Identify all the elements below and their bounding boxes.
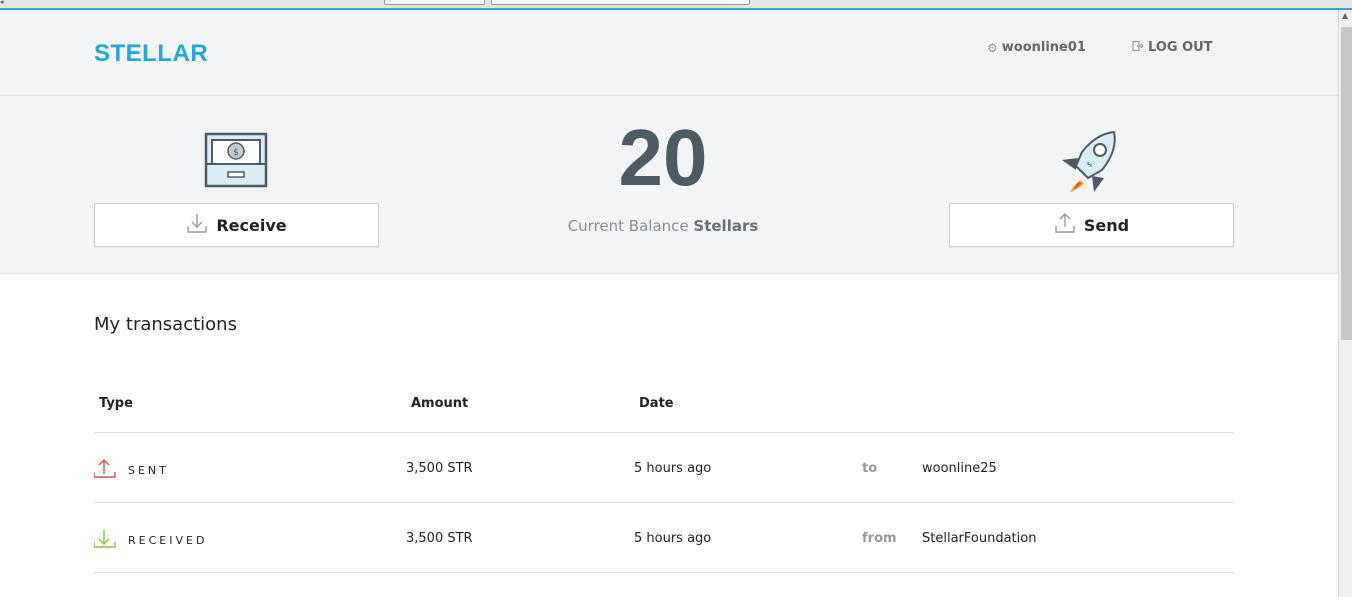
transaction-amount: 3,500 STR: [406, 531, 473, 546]
transaction-amount: 3,500 STR: [406, 461, 473, 476]
chevron-icon: ◂: [0, 0, 4, 6]
column-header-date: Date: [639, 396, 674, 411]
receive-label: Receive: [216, 215, 287, 235]
browser-address-bar[interactable]: [491, 0, 750, 5]
transaction-date: 5 hours ago: [634, 461, 712, 476]
browser-tab[interactable]: [384, 0, 485, 5]
user-menu[interactable]: ⚙ woonline01: [987, 40, 1086, 55]
upload-icon: [1054, 212, 1076, 238]
table-divider: [94, 572, 1234, 573]
transaction-counterparty[interactable]: woonline25: [922, 461, 997, 476]
transactions-title: My transactions: [94, 314, 237, 335]
balance-panel: $ Receive 20 Current Balance Stellars $ …: [0, 96, 1338, 274]
column-header-amount: Amount: [411, 396, 469, 411]
send-button[interactable]: Send: [949, 203, 1234, 247]
column-header-type: Type: [99, 396, 133, 411]
balance-caption-label: Current Balance: [567, 217, 689, 235]
send-label: Send: [1083, 215, 1130, 235]
transaction-preposition: to: [862, 461, 878, 476]
received-arrow-icon: [93, 527, 116, 553]
svg-text:$: $: [233, 148, 239, 158]
balance-caption: Current Balance Stellars: [513, 217, 813, 235]
cash-drawer-icon: $: [204, 132, 268, 192]
download-icon: [186, 212, 208, 238]
balance-amount: 20: [618, 113, 708, 202]
scroll-up-icon[interactable]: ▲: [1342, 11, 1348, 20]
rocket-icon: $: [1058, 130, 1120, 198]
logout-icon: [1132, 40, 1144, 55]
vertical-scrollbar[interactable]: ▲: [1338, 10, 1352, 597]
username: woonline01: [1001, 40, 1086, 55]
transaction-preposition: from: [862, 531, 897, 546]
transaction-type: SENT: [128, 464, 169, 477]
gear-icon: ⚙: [987, 40, 998, 55]
table-row[interactable]: RECEIVED 3,500 STR 5 hours ago from Stel…: [93, 503, 1234, 573]
table-row[interactable]: SENT 3,500 STR 5 hours ago to woonline25: [93, 433, 1234, 503]
transaction-counterparty[interactable]: StellarFoundation: [922, 531, 1036, 546]
balance-unit: Stellars: [693, 217, 759, 235]
logout-label: LOG OUT: [1148, 40, 1213, 55]
receive-button[interactable]: Receive: [94, 203, 379, 247]
stellar-logo[interactable]: STELLAR: [94, 40, 208, 68]
sent-arrow-icon: [93, 457, 116, 483]
browser-top-bar: ◂: [0, 0, 1352, 10]
transaction-date: 5 hours ago: [634, 531, 712, 546]
transaction-type: RECEIVED: [128, 534, 208, 547]
logout-link[interactable]: LOG OUT: [1132, 40, 1213, 55]
scrollbar-thumb[interactable]: [1341, 27, 1352, 340]
top-header: STELLAR ⚙ woonline01 LOG OUT: [0, 10, 1338, 96]
